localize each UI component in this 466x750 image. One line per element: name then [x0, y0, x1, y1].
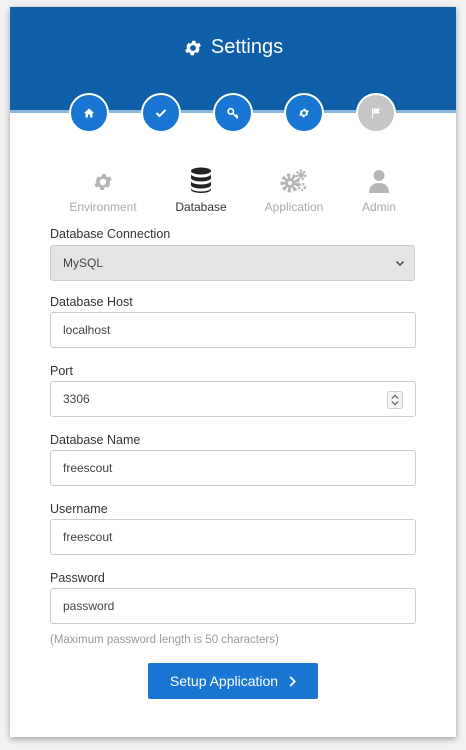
flag-icon [372, 108, 380, 118]
step-settings[interactable] [284, 93, 324, 133]
step-check[interactable] [141, 93, 181, 133]
chevron-down-icon[interactable] [391, 400, 399, 406]
connection-label: Database Connection [50, 227, 171, 241]
settings-card: Settings Environment Database Applicatio… [10, 7, 456, 737]
page-title-text: Settings [210, 36, 284, 58]
password-value: password [63, 599, 115, 613]
tab-admin[interactable]: Admin [329, 165, 429, 214]
chevron-right-icon [289, 675, 297, 687]
password-label: Password [50, 571, 105, 585]
key-icon [226, 107, 238, 119]
password-hint: (Maximum password length is 50 character… [50, 634, 279, 646]
tab-label: Database [175, 200, 227, 214]
tab-label: Environment [69, 200, 137, 214]
username-input[interactable]: freescout [50, 519, 416, 555]
connection-value: MySQL [63, 256, 104, 270]
page-title: Settings [10, 36, 456, 59]
username-label: Username [50, 502, 108, 516]
username-value: freescout [63, 530, 113, 544]
check-icon [155, 109, 167, 118]
settings-tabs: Environment Database Application Admin [10, 165, 456, 215]
step-key[interactable] [213, 93, 253, 133]
gear-icon [299, 108, 309, 118]
host-input[interactable]: localhost [50, 312, 416, 348]
password-input[interactable]: password [50, 588, 416, 624]
port-input[interactable]: 3306 [50, 381, 416, 417]
database-icon [191, 167, 211, 193]
tab-label: Admin [361, 200, 396, 214]
user-icon [369, 170, 389, 193]
host-value: localhost [63, 323, 111, 337]
port-value: 3306 [63, 392, 90, 406]
dbname-label: Database Name [50, 433, 141, 447]
tab-database[interactable]: Database [151, 165, 251, 214]
gears-icon [280, 169, 307, 193]
dbname-value: freescout [63, 461, 113, 475]
wizard-steps [10, 93, 456, 133]
home-icon [84, 108, 94, 118]
connection-select[interactable]: MySQL [50, 245, 415, 281]
tab-environment[interactable]: Environment [53, 165, 153, 214]
chevron-down-icon [395, 260, 405, 267]
port-label: Port [50, 364, 73, 378]
gear-icon [184, 40, 201, 55]
gear-icon [94, 174, 112, 190]
step-home[interactable] [69, 93, 109, 133]
setup-application-button[interactable]: Setup Application [148, 663, 318, 699]
step-finish[interactable] [356, 93, 396, 133]
setup-button-label: Setup Application [169, 673, 279, 689]
port-stepper[interactable] [387, 391, 403, 409]
host-label: Database Host [50, 295, 133, 309]
dbname-input[interactable]: freescout [50, 450, 416, 486]
